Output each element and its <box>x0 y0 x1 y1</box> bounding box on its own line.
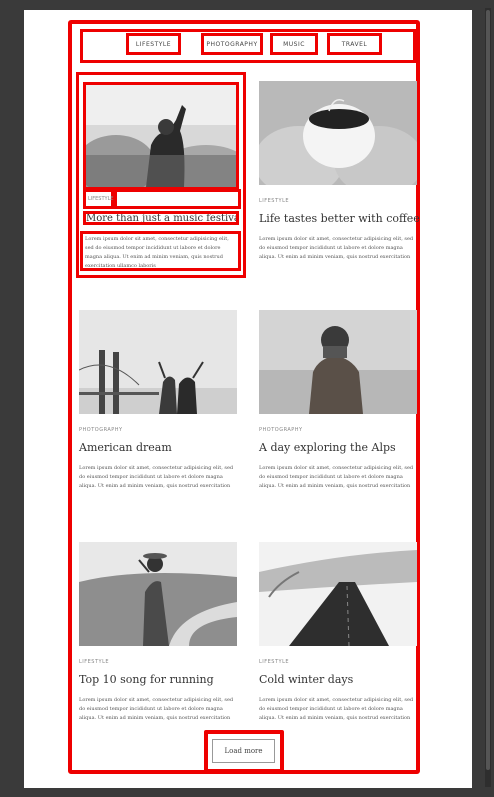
post-image-running[interactable] <box>79 542 237 646</box>
post-title[interactable]: Cold winter days <box>259 673 417 686</box>
post-card[interactable]: PHOTOGRAPHY A day exploring the Alps Lor… <box>259 310 417 491</box>
post-image-bridge[interactable] <box>79 310 237 414</box>
post-excerpt: Lorem ipsum dolor sit amet, consectetur … <box>80 231 241 271</box>
post-category[interactable]: LIFESTYLE <box>79 659 237 666</box>
post-category[interactable]: PHOTOGRAPHY <box>259 427 417 434</box>
post-category[interactable]: PHOTOGRAPHY <box>79 427 237 434</box>
nav-item-music[interactable]: MUSIC <box>270 33 318 55</box>
post-excerpt: Lorem ipsum dolor sit amet, consectetur … <box>259 465 414 489</box>
post-title[interactable]: More than just a music festival <box>83 211 239 225</box>
post-image-coffee[interactable] <box>259 81 417 185</box>
post-title[interactable]: A day exploring the Alps <box>259 441 417 454</box>
post-image-festival[interactable] <box>83 82 239 190</box>
post-category-highlight-box <box>114 189 241 209</box>
post-title[interactable]: Life tastes better with coffee <box>259 212 420 225</box>
post-excerpt: Lorem ipsum dolor sit amet, consectetur … <box>79 697 234 721</box>
post-image-alps[interactable] <box>259 310 417 414</box>
post-card[interactable]: LIFESTYLE Life tastes better with coffee… <box>259 81 420 262</box>
post-excerpt: Lorem ipsum dolor sit amet, consectetur … <box>259 236 414 260</box>
nav-item-travel[interactable]: TRAVEL <box>327 33 382 55</box>
post-excerpt: Lorem ipsum dolor sit amet, consectetur … <box>259 697 414 721</box>
post-title[interactable]: American dream <box>79 441 237 454</box>
post-card[interactable]: LIFESTYLE Top 10 song for running Lorem … <box>79 542 237 723</box>
nav-item-lifestyle[interactable]: LIFESTYLE <box>126 33 181 55</box>
nav-item-photography[interactable]: PHOTOGRAPHY <box>201 33 263 55</box>
scrollbar-thumb[interactable] <box>486 10 490 770</box>
post-card[interactable]: LIFESTYLE Cold winter days Lorem ipsum d… <box>259 542 417 723</box>
post-category[interactable]: LIFESTYLE <box>259 659 417 666</box>
load-more-button[interactable]: Load more <box>212 739 275 763</box>
post-card[interactable]: PHOTOGRAPHY American dream Lorem ipsum d… <box>79 310 237 491</box>
post-category[interactable]: LIFESTYLE <box>259 198 417 205</box>
post-image-winter-road[interactable] <box>259 542 417 646</box>
post-excerpt: Lorem ipsum dolor sit amet, consectetur … <box>79 465 234 489</box>
post-category[interactable]: LIFESTYLE <box>83 189 114 209</box>
post-title[interactable]: Top 10 song for running <box>79 673 237 686</box>
